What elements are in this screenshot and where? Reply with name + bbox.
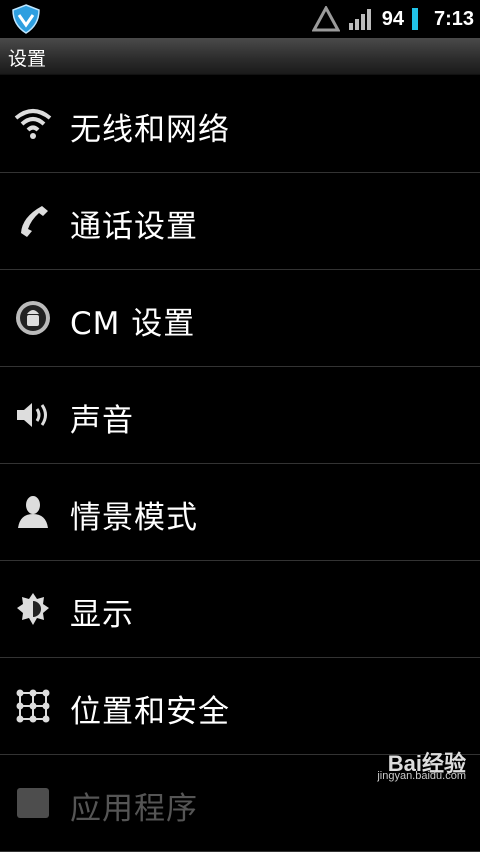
signal-bars-icon [348, 9, 371, 30]
settings-item-location-security[interactable]: 位置和安全 [0, 658, 480, 755]
watermark-sub: jingyan.baidu.com [377, 770, 466, 782]
signal-strength-text: 94 [381, 7, 404, 30]
phone-icon [21, 206, 48, 237]
settings-list: 无线和网络 通话设置 CM 设置 声音 情景模式 显示 位置和安全 应用程序 [0, 76, 480, 852]
status-right: 94 7:13 [311, 0, 474, 38]
shield-icon [12, 4, 40, 34]
settings-item-label: 声音 [70, 403, 134, 439]
settings-item-wireless-network[interactable]: 无线和网络 [0, 76, 480, 173]
settings-item-label: 位置和安全 [70, 694, 230, 730]
settings-item-display[interactable]: 显示 [0, 561, 480, 658]
settings-item-cm-settings[interactable]: CM 设置 [0, 270, 480, 367]
settings-item-call[interactable]: 通话设置 [0, 173, 480, 270]
location-grid-icon [16, 689, 50, 723]
cm-android-icon [16, 301, 50, 335]
settings-item-label: CM 设置 [70, 306, 196, 342]
settings-item-profiles[interactable]: 情景模式 [0, 464, 480, 561]
clock: 7:13 [433, 7, 474, 30]
warning-triangle-icon [311, 6, 340, 32]
settings-item-label: 情景模式 [70, 500, 198, 536]
wifi-icon [14, 109, 52, 139]
brightness-icon [17, 593, 49, 625]
title-bar: 设置 [0, 38, 480, 75]
settings-item-label: 通话设置 [70, 209, 198, 245]
baidu-watermark: Bai经验 jingyan.baidu.com [377, 746, 466, 782]
settings-item-label: 显示 [70, 597, 134, 633]
apps-icon [17, 788, 49, 818]
settings-item-label: 应用程序 [70, 791, 198, 827]
status-bar: 94 7:13 [0, 0, 480, 38]
speaker-icon [17, 403, 47, 427]
settings-item-label: 无线和网络 [70, 112, 230, 148]
page-title: 设置 [8, 48, 47, 70]
battery-icon [411, 8, 418, 30]
person-icon [18, 496, 48, 528]
settings-item-sound[interactable]: 声音 [0, 367, 480, 464]
